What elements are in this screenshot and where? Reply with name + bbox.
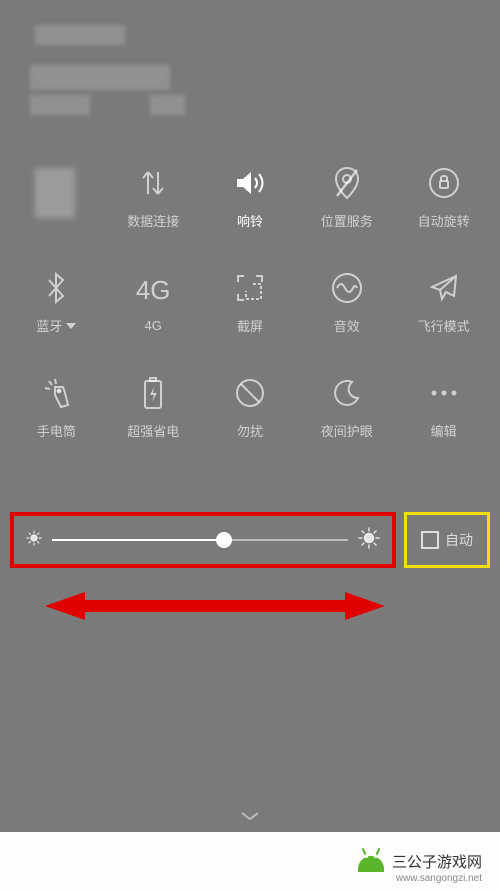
screenshot-icon [235, 270, 265, 306]
tile-label: 数据连接 [127, 211, 179, 230]
brightness-row: 自动 [0, 505, 500, 575]
footer-url: www.sangongzi.net [396, 873, 482, 884]
flashlight-icon [41, 375, 71, 411]
android-logo-icon [356, 850, 386, 872]
location-off-icon [333, 165, 361, 201]
tile-label: 自动旋转 [418, 211, 470, 230]
tile-label: 响铃 [237, 211, 263, 230]
panel-handle[interactable] [240, 808, 260, 818]
brightness-slider-container [10, 512, 396, 568]
tile-battery[interactable]: 超强省电 [105, 355, 202, 460]
checkbox-icon [421, 531, 439, 549]
tile-dnd[interactable]: 勿扰 [202, 355, 299, 460]
tile-label: 勿扰 [237, 421, 263, 440]
tile-label: 夜间护眼 [321, 421, 373, 440]
sound-icon [331, 270, 363, 306]
tile-label: 编辑 [431, 421, 457, 440]
tile-data[interactable]: 数据连接 [105, 145, 202, 250]
tile-screenshot[interactable]: 截屏 [202, 250, 299, 355]
brightness-slider[interactable] [52, 539, 348, 541]
tile-edit[interactable]: 编辑 [395, 355, 492, 460]
airplane-icon [428, 270, 460, 306]
rotate-lock-icon [427, 165, 461, 201]
tile-rotate[interactable]: 自动旋转 [395, 145, 492, 250]
tile-label: 蓝牙 [36, 316, 76, 335]
tile-4g[interactable]: 4G 4G [105, 250, 202, 355]
notification-area [0, 0, 220, 130]
tile-location[interactable]: 位置服务 [298, 145, 395, 250]
more-icon [429, 375, 459, 411]
tile-label: 手电筒 [37, 421, 76, 440]
tile-airplane[interactable]: 飞行模式 [395, 250, 492, 355]
tile-label: 超强省电 [127, 421, 179, 440]
tile-unknown[interactable] [8, 145, 105, 250]
night-icon [332, 375, 362, 411]
4g-icon: 4G [136, 272, 171, 308]
quick-settings-grid: 数据连接 响铃 位置服务 自动旋转 蓝牙 4G 4G [0, 145, 500, 460]
brightness-high-icon [358, 527, 380, 554]
brightness-low-icon [26, 530, 42, 551]
tile-label: 飞行模式 [418, 316, 470, 335]
slider-thumb[interactable] [216, 532, 232, 548]
data-icon [138, 165, 168, 201]
tile-sound[interactable]: 音效 [298, 250, 395, 355]
ring-icon [233, 165, 267, 201]
watermark-footer: 三公子游戏网 www.sangongzi.net [0, 832, 500, 890]
footer-brand: 三公子游戏网 [392, 851, 482, 872]
tile-label: 截屏 [237, 316, 263, 335]
dnd-icon [234, 375, 266, 411]
tile-night[interactable]: 夜间护眼 [298, 355, 395, 460]
tile-ring[interactable]: 响铃 [202, 145, 299, 250]
auto-brightness-toggle[interactable]: 自动 [404, 512, 490, 568]
bluetooth-icon [45, 270, 67, 306]
annotation-arrow [45, 590, 385, 622]
tile-bluetooth[interactable]: 蓝牙 [8, 250, 105, 355]
tile-label: 音效 [334, 316, 360, 335]
tile-label: 位置服务 [321, 211, 373, 230]
battery-icon [142, 375, 164, 411]
tile-label: 4G [145, 318, 162, 333]
chevron-down-icon [66, 323, 76, 329]
auto-label: 自动 [445, 530, 473, 550]
tile-flashlight[interactable]: 手电筒 [8, 355, 105, 460]
